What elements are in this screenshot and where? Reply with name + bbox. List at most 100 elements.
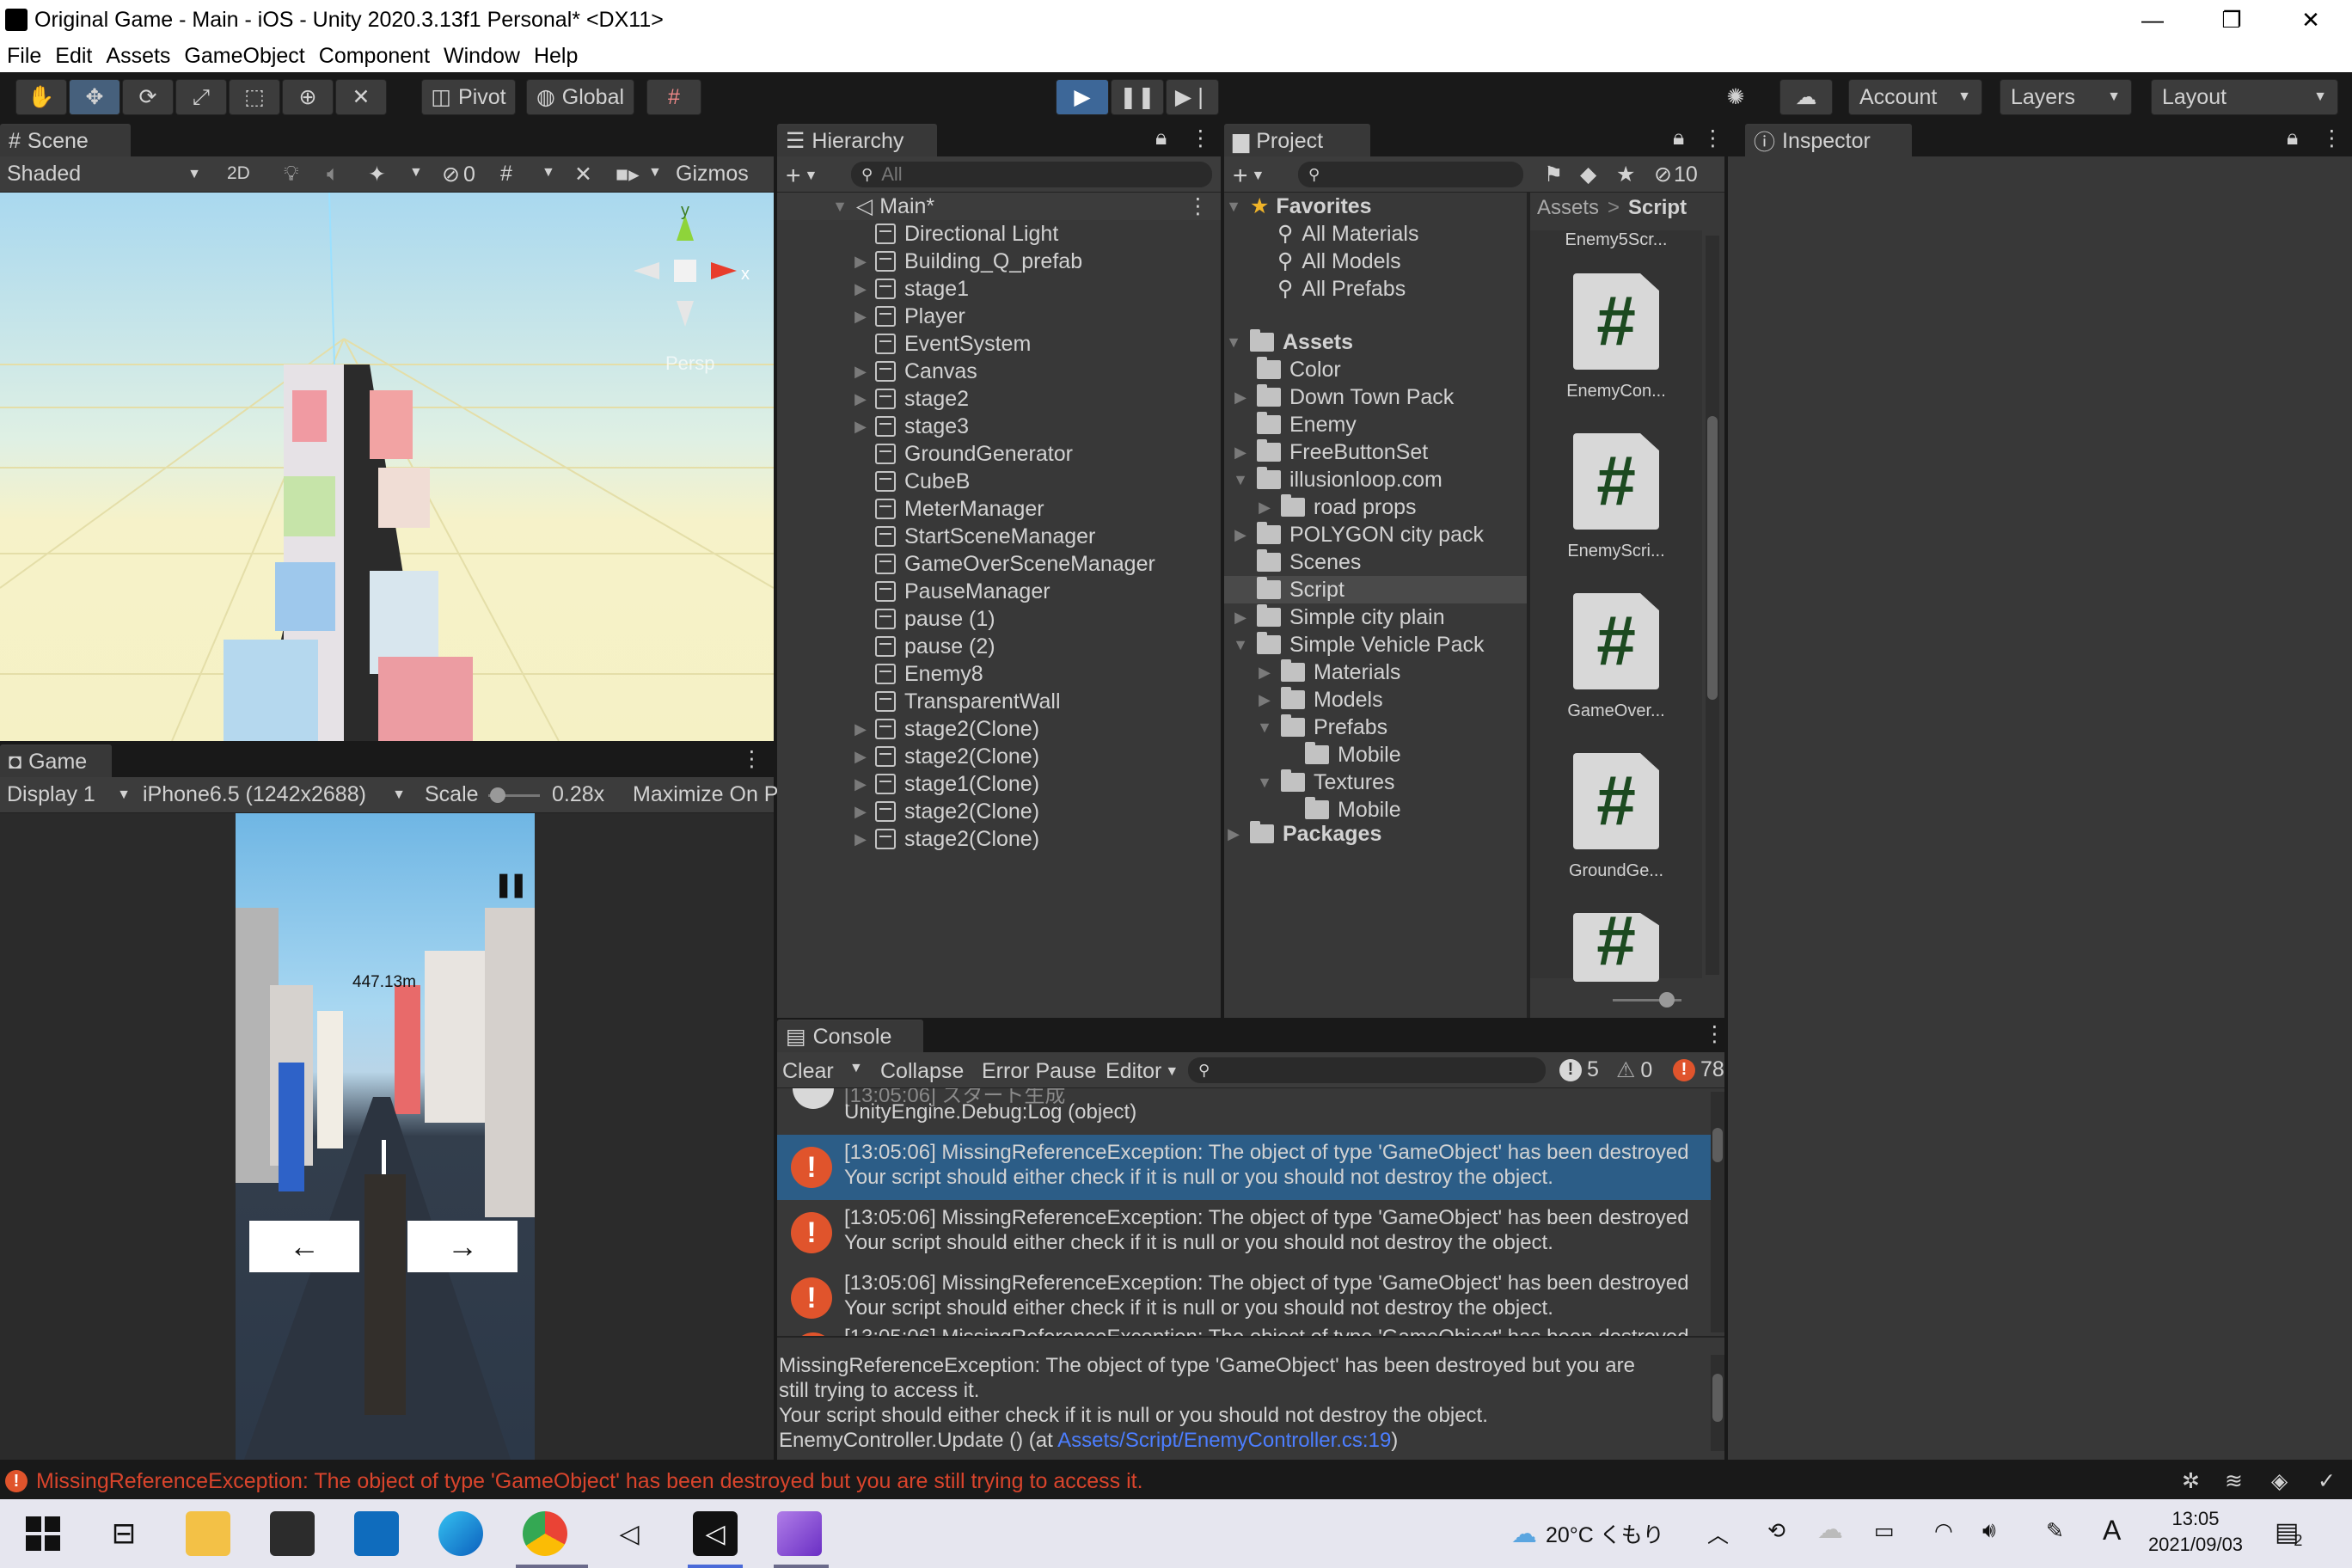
2d-toggle[interactable]: 2D	[227, 163, 250, 184]
kebab-menu-icon[interactable]: ⋮	[2321, 126, 2343, 151]
hierarchy-item[interactable]: ▶ stage2(Clone)	[777, 743, 1221, 770]
log-partial-line[interactable]: UnityEngine.Debug:Log (object)	[844, 1100, 1136, 1124]
error-count-toggle[interactable]: ! 78	[1673, 1057, 1724, 1082]
console-search-input[interactable]: ⚲	[1188, 1057, 1546, 1083]
hierarchy-item[interactable]: ▶ stage2(Clone)	[777, 825, 1221, 853]
create-dropdown[interactable]: + ▼	[786, 162, 818, 191]
clock[interactable]: 13:05 2021/09/03	[2144, 1506, 2247, 1558]
chevron-right-icon[interactable]: ▶	[1224, 825, 1243, 843]
chevron-right-icon[interactable]: ▶	[1255, 499, 1274, 517]
chevron-right-icon[interactable]: ▶	[1231, 389, 1250, 407]
asset-folder-item[interactable]: Script	[1224, 576, 1527, 603]
info-count-toggle[interactable]: ! 5	[1559, 1057, 1599, 1082]
kebab-menu-icon[interactable]: ⋮	[1704, 1021, 1725, 1047]
snap-grid-button[interactable]: #	[646, 79, 701, 115]
icon-size-slider-thumb[interactable]	[1659, 992, 1675, 1008]
asset-folder-item[interactable]: ▼ Simple Vehicle Pack	[1224, 631, 1527, 658]
minimize-button[interactable]: —	[2111, 0, 2194, 40]
network-icon[interactable]: ◈	[2271, 1468, 2288, 1494]
hierarchy-item[interactable]: ▶ Canvas	[777, 358, 1221, 385]
cloud-button[interactable]: ☁	[1779, 79, 1833, 115]
asset-folder-item[interactable]: Enemy	[1224, 411, 1527, 438]
script-file-label[interactable]: EnemyCon...	[1556, 382, 1676, 401]
volume-icon[interactable]: 🔊︎	[1982, 1518, 1996, 1543]
file-explorer-icon[interactable]	[186, 1511, 230, 1556]
assets-root-row[interactable]: ▼ Assets	[1224, 328, 1527, 356]
effects-toggle-icon[interactable]: ✦	[368, 162, 386, 187]
lock-icon[interactable]: 🔒︎	[2287, 126, 2298, 150]
hierarchy-item[interactable]: PauseManager	[777, 578, 1221, 605]
chevron-down-icon[interactable]: ▼	[1255, 719, 1274, 737]
asset-folder-item[interactable]: ▶ POLYGON city pack	[1224, 521, 1527, 548]
console-detail-text[interactable]: MissingReferenceException: The object of…	[779, 1353, 1707, 1453]
chevron-right-icon[interactable]: ▶	[851, 280, 870, 298]
tab-project[interactable]: ▆ Project	[1224, 124, 1370, 156]
stacktrace-link[interactable]: Assets/Script/EnemyController.cs:19	[1057, 1429, 1391, 1452]
play-button[interactable]: ▶	[1056, 79, 1109, 115]
ime-indicator[interactable]: A	[2103, 1515, 2121, 1547]
weather-widget[interactable]: ☁ 20°C くもり	[1511, 1518, 1664, 1549]
menu-gameobject[interactable]: GameObject	[184, 44, 304, 69]
hierarchy-item[interactable]: ▶ stage2(Clone)	[777, 798, 1221, 825]
tools-toggle-icon[interactable]: ✕	[574, 162, 592, 187]
csharp-script-icon[interactable]: #	[1573, 433, 1659, 530]
script-file-label[interactable]: EnemyScri...	[1556, 542, 1676, 561]
pen-icon[interactable]: ✎	[2046, 1518, 2064, 1544]
scene-root-row[interactable]: ▼ ◁ Main* ⋮	[777, 193, 1221, 220]
start-button[interactable]	[21, 1511, 65, 1556]
console-scrollbar-thumb[interactable]	[1712, 1128, 1723, 1162]
console-scrollbar[interactable]	[1711, 1092, 1724, 1332]
tab-game[interactable]: ◘ Game	[0, 744, 112, 777]
hierarchy-item[interactable]: ▶ Player	[777, 303, 1221, 330]
lock-icon[interactable]: 🔒︎	[1155, 126, 1167, 150]
filter-type-icon[interactable]: ⚑	[1544, 162, 1563, 187]
chevron-right-icon[interactable]: ▶	[1255, 664, 1274, 682]
favorites-row[interactable]: ▼ ★ Favorites	[1224, 193, 1527, 220]
detail-scrollbar[interactable]	[1711, 1355, 1724, 1451]
debug-icon[interactable]: ✲	[2182, 1468, 2200, 1494]
hierarchy-item[interactable]: EventSystem	[777, 330, 1221, 358]
kebab-menu-icon[interactable]: ⋮	[1702, 126, 1724, 151]
chevron-right-icon[interactable]: ▶	[1231, 609, 1250, 627]
menu-file[interactable]: File	[7, 44, 41, 69]
editor-dropdown[interactable]: Editor ▼	[1106, 1059, 1179, 1084]
project-create-dropdown[interactable]: + ▼	[1233, 162, 1265, 191]
move-tool-button[interactable]: ✥	[69, 79, 120, 115]
chevron-right-icon[interactable]: ▶	[1231, 444, 1250, 462]
global-toggle[interactable]: ◍ Global	[526, 79, 634, 115]
project-scrollbar[interactable]	[1706, 236, 1719, 975]
warning-count-toggle[interactable]: ⚠ 0	[1616, 1057, 1652, 1083]
asset-folder-item[interactable]: ▶ Materials	[1224, 658, 1527, 686]
settings-button[interactable]: ✺	[1709, 79, 1762, 115]
shading-dropdown[interactable]: Shaded ▼	[7, 162, 201, 187]
hierarchy-item[interactable]: Enemy8	[777, 660, 1221, 688]
chevron-down-icon[interactable]: ▼	[409, 165, 423, 181]
hierarchy-item[interactable]: MeterManager	[777, 495, 1221, 523]
wifi-icon[interactable]: ◠	[1934, 1518, 1953, 1544]
gizmos-dropdown[interactable]: Gizmos	[676, 162, 749, 187]
csharp-script-icon[interactable]: #	[1573, 593, 1659, 689]
chevron-down-icon[interactable]: ▼	[1255, 774, 1274, 792]
chevron-down-icon[interactable]: ▼	[1224, 198, 1243, 216]
display-dropdown[interactable]: Display 1 ▼	[7, 782, 131, 807]
onedrive-icon[interactable]: ☁	[1817, 1515, 1843, 1545]
asset-folder-item[interactable]: ▶ Down Town Pack	[1224, 383, 1527, 411]
chevron-right-icon[interactable]: ▶	[851, 803, 870, 821]
tab-inspector[interactable]: ⓘ Inspector	[1745, 124, 1912, 156]
step-button[interactable]: ▶❘	[1166, 79, 1219, 115]
asset-folder-item[interactable]: Mobile	[1224, 741, 1527, 769]
scene-gizmo[interactable]	[621, 206, 750, 335]
battery-icon[interactable]: ▭	[1874, 1518, 1895, 1544]
status-message[interactable]: MissingReferenceException: The object of…	[36, 1469, 1143, 1494]
hierarchy-item[interactable]: TransparentWall	[777, 688, 1221, 715]
log-entry[interactable]: ! [13:05:06] MissingReferenceException: T…	[777, 1265, 1714, 1331]
favorite-item[interactable]: ⚲ All Models	[1224, 248, 1527, 275]
right-arrow-button[interactable]: →	[407, 1221, 518, 1272]
asset-folder-item[interactable]: Color	[1224, 356, 1527, 383]
file-label[interactable]: Enemy5Scr...	[1556, 230, 1676, 250]
chevron-right-icon[interactable]: ▶	[851, 363, 870, 381]
chevron-down-icon[interactable]: ▼	[1231, 471, 1250, 489]
camera-icon[interactable]: ■▸	[616, 162, 640, 187]
kebab-menu-icon[interactable]: ⋮	[1190, 126, 1211, 151]
chevron-down-icon[interactable]: ▼	[542, 165, 555, 181]
